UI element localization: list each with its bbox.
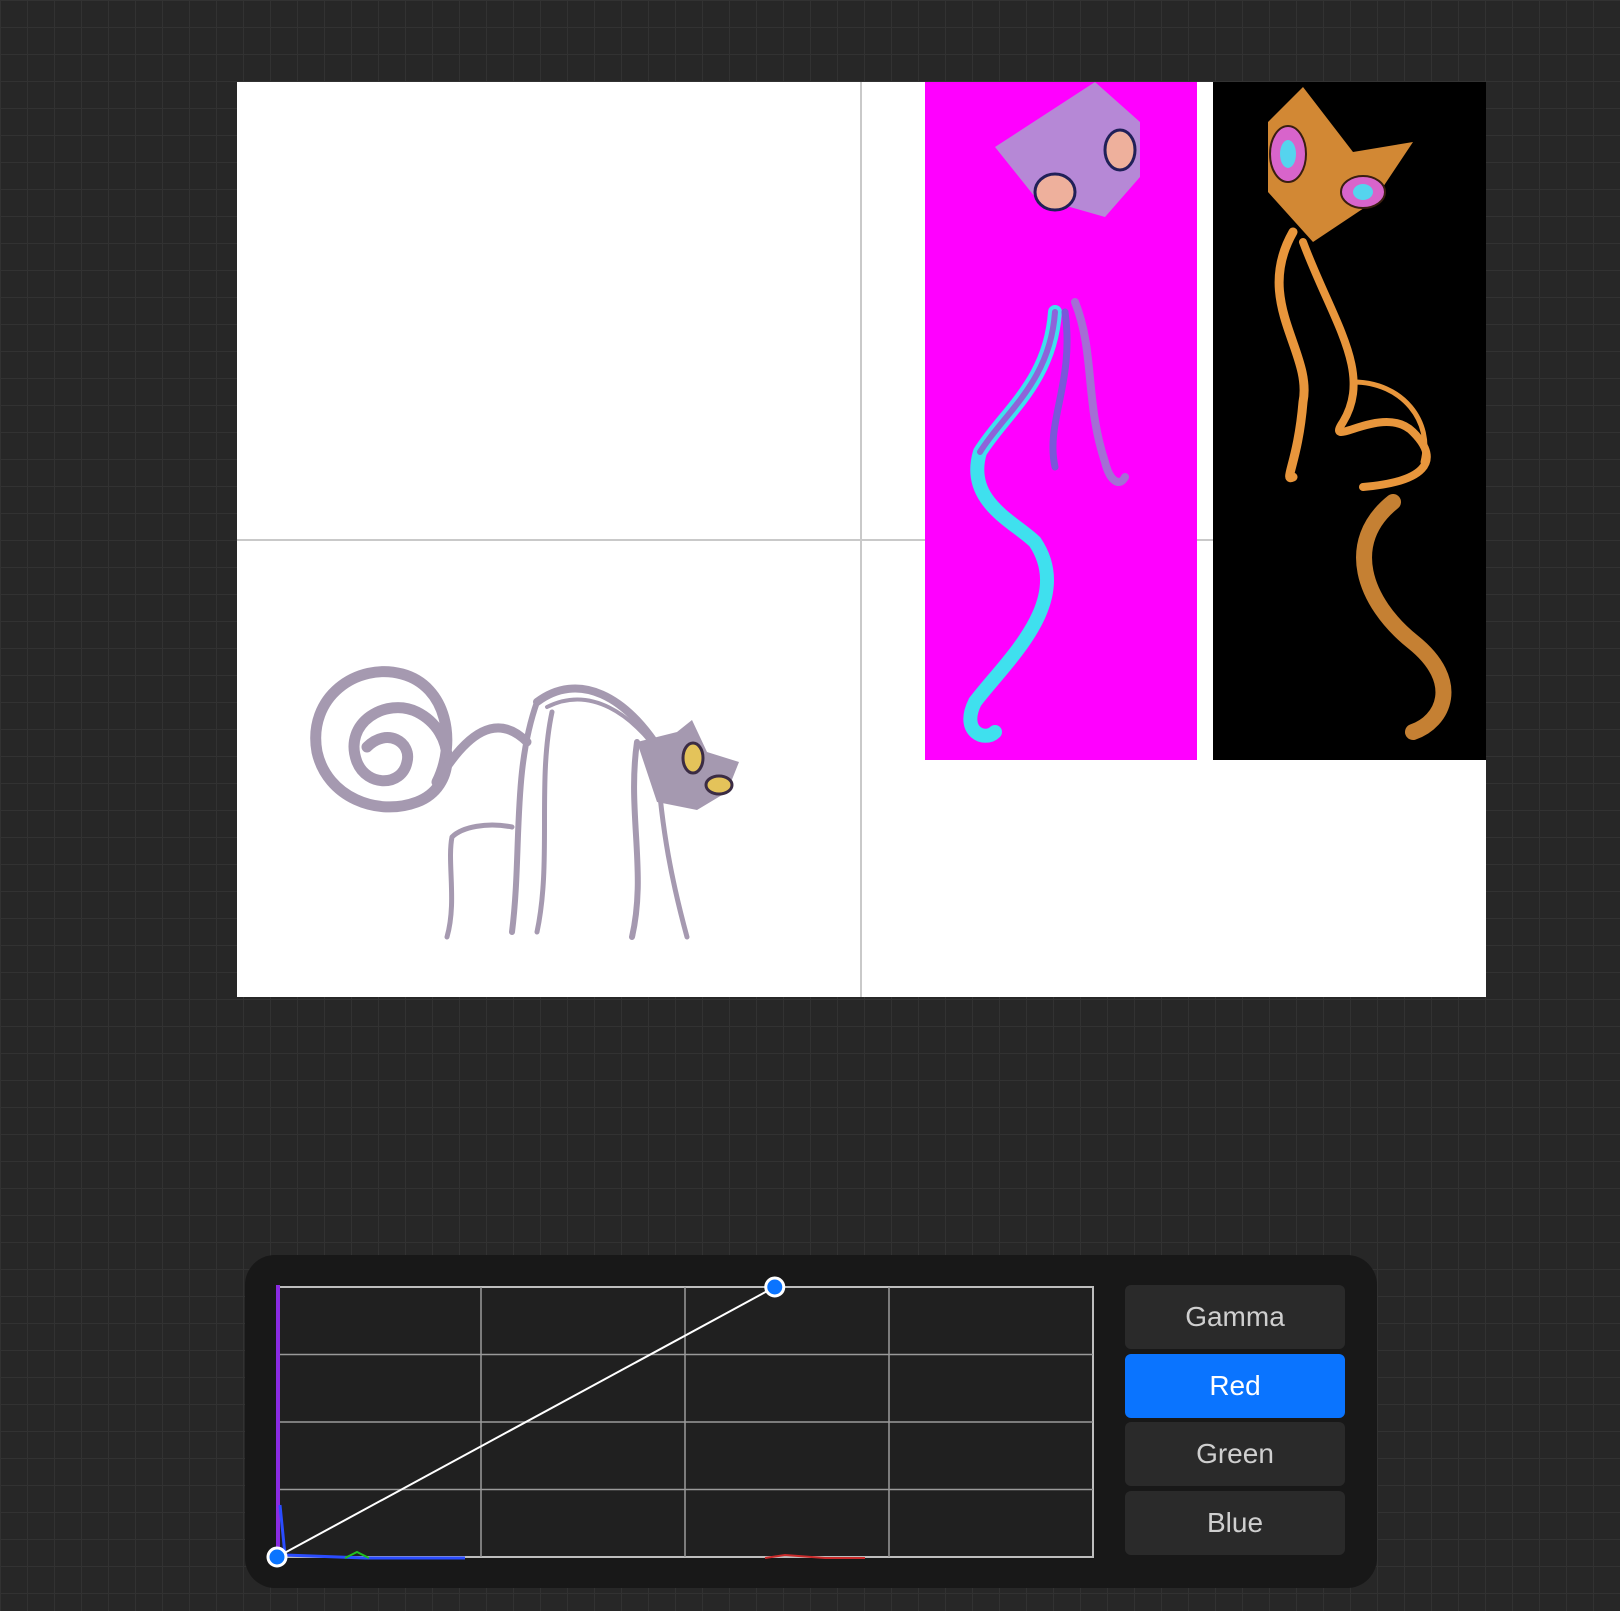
curve-control-point[interactable] [764, 1276, 786, 1298]
grey-cat-artwork [310, 666, 739, 940]
channel-selector: Gamma Red Green Blue [1125, 1285, 1345, 1559]
curves-panel: Gamma Red Green Blue [245, 1255, 1377, 1588]
drawing-canvas[interactable] [237, 82, 1486, 997]
channel-button-green[interactable]: Green [1125, 1422, 1345, 1486]
histogram-spike [276, 1285, 280, 1556]
curve-graph[interactable] [245, 1255, 1105, 1588]
curve-grid [276, 1286, 1094, 1558]
curve-control-point[interactable] [266, 1546, 288, 1568]
orange-cat-artwork [1268, 87, 1452, 740]
channel-button-blue[interactable]: Blue [1125, 1490, 1345, 1555]
channel-button-red[interactable]: Red [1125, 1353, 1345, 1418]
black-layer-thumbnail [1213, 82, 1486, 760]
magenta-layer-thumbnail [925, 82, 1197, 760]
channel-button-gamma[interactable]: Gamma [1125, 1285, 1345, 1349]
blue-cat-artwork [963, 82, 1140, 743]
